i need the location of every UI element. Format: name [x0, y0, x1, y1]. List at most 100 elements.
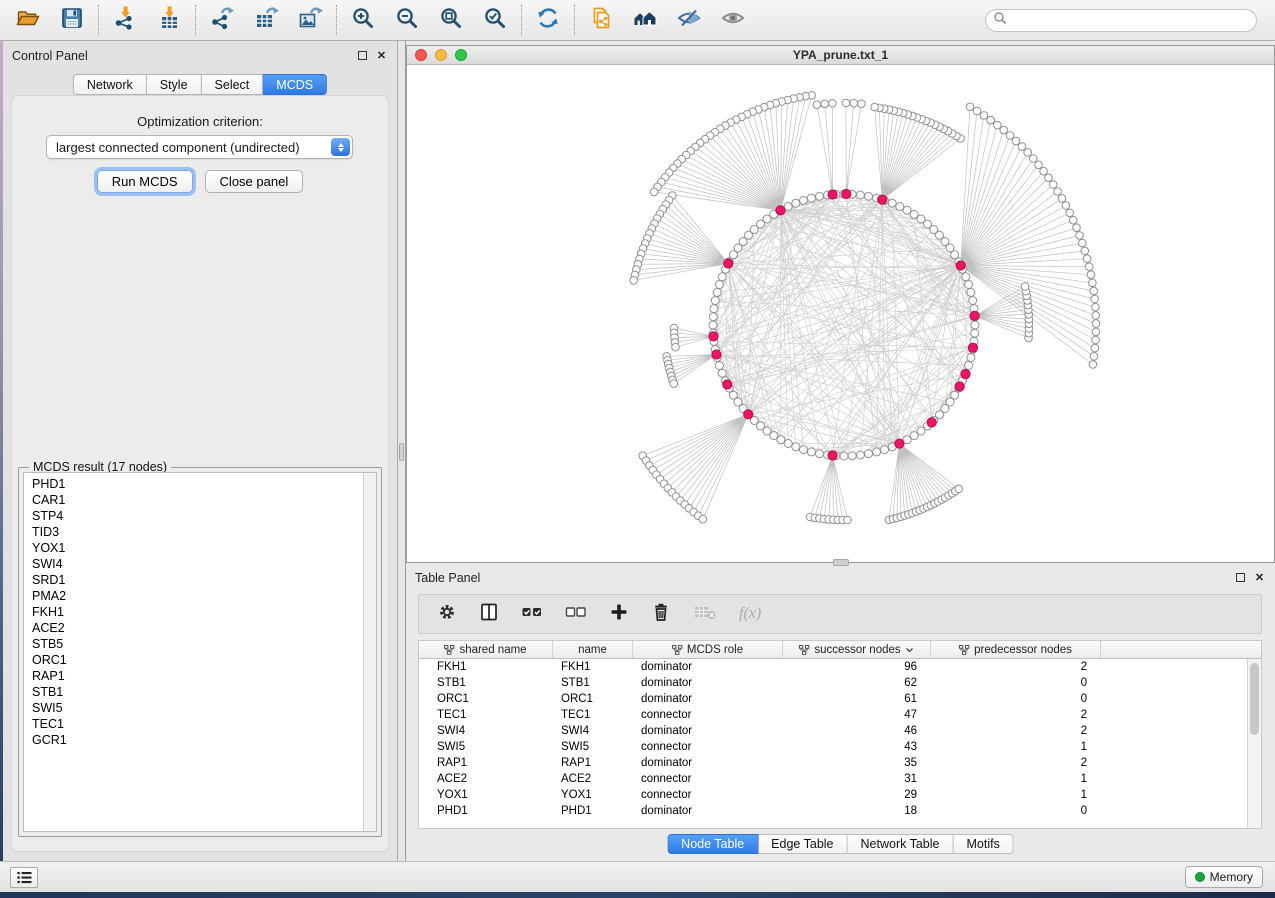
close-panel-button[interactable]: ✕	[375, 49, 388, 62]
cell-shared-name[interactable]: ACE2	[419, 771, 553, 787]
horizontal-splitter-handle[interactable]	[833, 559, 849, 566]
network-node[interactable]	[807, 448, 815, 456]
network-node[interactable]	[792, 199, 800, 207]
float-panel-button[interactable]	[356, 49, 369, 62]
network-node[interactable]	[807, 194, 815, 202]
cell-name[interactable]: YOX1	[553, 787, 633, 803]
mcds-result-item[interactable]: PMA2	[32, 588, 376, 604]
tab-style[interactable]: Style	[147, 74, 202, 95]
cell-name[interactable]: FKH1	[553, 659, 633, 675]
cell-predecessor-nodes[interactable]: 0	[931, 691, 1101, 707]
splitter-handle[interactable]	[399, 443, 404, 461]
network-mcds-hub-node[interactable]	[776, 206, 785, 215]
network-mcds-hub-node[interactable]	[878, 195, 887, 204]
network-leaf-node[interactable]	[1083, 255, 1091, 263]
cell-successor-nodes[interactable]: 61	[783, 691, 931, 707]
network-leaf-node[interactable]	[821, 100, 829, 108]
mcds-result-item[interactable]: TEC1	[32, 716, 376, 732]
network-node[interactable]	[777, 436, 785, 444]
first-neighbors-button[interactable]	[623, 0, 667, 40]
network-leaf-node[interactable]	[1089, 279, 1097, 287]
table-row[interactable]: STB1STB1dominator620	[419, 675, 1261, 691]
network-leaf-node[interactable]	[966, 103, 974, 111]
cell-predecessor-nodes[interactable]: 0	[931, 675, 1101, 691]
cell-name[interactable]: STB1	[553, 675, 633, 691]
network-node[interactable]	[715, 362, 723, 370]
network-node[interactable]	[910, 210, 918, 218]
network-leaf-node[interactable]	[1092, 336, 1100, 344]
network-node[interactable]	[709, 321, 717, 329]
network-window-titlebar[interactable]: YPA_prune.txt_1	[407, 46, 1274, 65]
cell-predecessor-nodes[interactable]: 2	[931, 755, 1101, 771]
cell-MCDS-role[interactable]: connector	[633, 707, 783, 723]
network-node[interactable]	[848, 452, 856, 460]
mcds-result-item[interactable]: STP4	[32, 508, 376, 524]
column-header-MCDS-role[interactable]: MCDS role	[633, 641, 783, 659]
mcds-result-item[interactable]: GCR1	[32, 732, 376, 748]
network-node[interactable]	[718, 369, 726, 377]
refresh-button[interactable]	[526, 0, 570, 40]
mcds-result-item[interactable]: SWI5	[32, 700, 376, 716]
cell-name[interactable]: RAP1	[553, 755, 633, 771]
network-node[interactable]	[967, 354, 975, 362]
cell-predecessor-nodes[interactable]: 1	[931, 771, 1101, 787]
network-leaf-node[interactable]	[1091, 344, 1099, 352]
network-node[interactable]	[965, 281, 973, 289]
network-leaf-node[interactable]	[1090, 353, 1098, 361]
cell-MCDS-role[interactable]: dominator	[633, 723, 783, 739]
network-node[interactable]	[888, 199, 896, 207]
network-leaf-node[interactable]	[1049, 181, 1057, 189]
network-node[interactable]	[865, 450, 873, 458]
network-node[interactable]	[967, 288, 975, 296]
float-table-panel-button[interactable]	[1234, 571, 1247, 584]
table-row[interactable]: ACE2ACE2connector311	[419, 771, 1261, 787]
network-node[interactable]	[816, 192, 824, 200]
import-network-button[interactable]	[103, 0, 147, 40]
vertical-splitter[interactable]	[397, 41, 406, 861]
mcds-result-item[interactable]: CAR1	[32, 492, 376, 508]
export-table-button[interactable]	[244, 0, 288, 40]
network-leaf-node[interactable]	[813, 101, 821, 109]
cell-name[interactable]: PHD1	[553, 803, 633, 819]
deselect-all-button[interactable]	[565, 602, 587, 627]
cell-name[interactable]: ORC1	[553, 691, 633, 707]
network-leaf-node[interactable]	[1091, 295, 1099, 303]
network-mcds-hub-node[interactable]	[828, 451, 837, 460]
mcds-result-item[interactable]: SRD1	[32, 572, 376, 588]
cell-successor-nodes[interactable]: 46	[783, 723, 931, 739]
network-leaf-node[interactable]	[871, 103, 879, 111]
table-row[interactable]: YOX1YOX1connector291	[419, 787, 1261, 803]
network-mcds-hub-node[interactable]	[961, 370, 970, 379]
cell-successor-nodes[interactable]: 47	[783, 707, 931, 723]
cell-shared-name[interactable]: RAP1	[419, 755, 553, 771]
network-mcds-hub-node[interactable]	[723, 380, 732, 389]
network-leaf-node[interactable]	[1035, 161, 1043, 169]
status-menu-button[interactable]	[10, 867, 38, 888]
select-all-button[interactable]	[521, 602, 543, 627]
cell-successor-nodes[interactable]: 31	[783, 771, 931, 787]
network-node[interactable]	[770, 432, 778, 440]
close-window-button[interactable]	[415, 49, 427, 61]
network-leaf-node[interactable]	[1092, 303, 1100, 311]
network-leaf-node[interactable]	[630, 277, 638, 285]
network-leaf-node[interactable]	[1090, 287, 1098, 295]
network-leaf-node[interactable]	[1079, 239, 1087, 247]
zoom-fit-button[interactable]	[429, 0, 473, 40]
memory-button[interactable]: Memory	[1185, 866, 1263, 888]
network-leaf-node[interactable]	[1081, 247, 1089, 255]
network-leaf-node[interactable]	[842, 99, 850, 107]
cell-shared-name[interactable]: SWI5	[419, 739, 553, 755]
mcds-result-item[interactable]: FKH1	[32, 604, 376, 620]
clone-network-button[interactable]	[579, 0, 623, 40]
cell-predecessor-nodes[interactable]: 2	[931, 659, 1101, 675]
cell-shared-name[interactable]: SWI4	[419, 723, 553, 739]
cell-MCDS-role[interactable]: dominator	[633, 755, 783, 771]
column-header-successor-nodes[interactable]: successor nodes	[783, 641, 931, 659]
import-table-button[interactable]	[147, 0, 191, 40]
network-node[interactable]	[713, 288, 721, 296]
tab-mcds[interactable]: MCDS	[263, 74, 327, 95]
network-node[interactable]	[971, 329, 979, 337]
show-columns-button[interactable]	[479, 602, 499, 627]
network-node[interactable]	[840, 452, 848, 460]
network-mcds-hub-node[interactable]	[955, 382, 964, 391]
